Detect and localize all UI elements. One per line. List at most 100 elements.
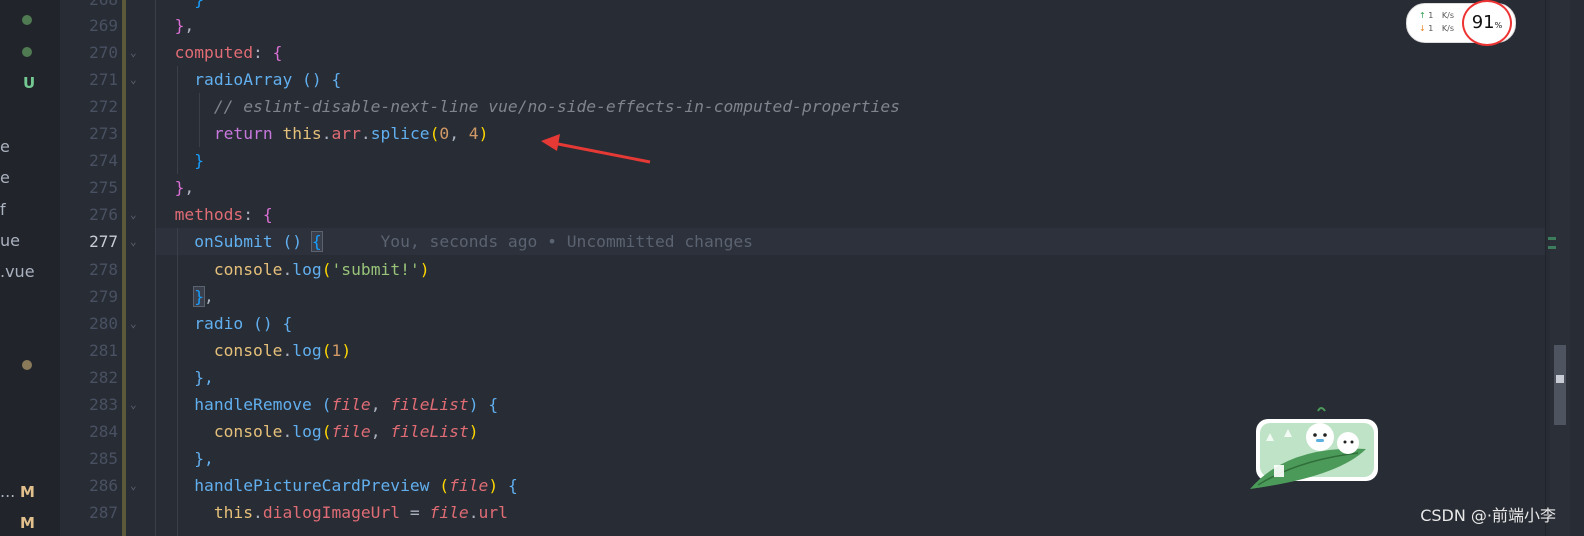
token: 'submit!'	[331, 260, 420, 279]
scrollbar-thumb[interactable]	[1554, 345, 1566, 425]
token: :	[243, 205, 263, 224]
line-number: 282	[89, 368, 118, 387]
scrollbar-track	[1550, 0, 1570, 536]
code-line: },	[155, 174, 195, 201]
fold-chevron-icon[interactable]: ⌄	[130, 472, 140, 499]
token: fileList	[390, 395, 469, 414]
token: radioArray	[194, 70, 293, 89]
matched-bracket: {	[310, 231, 323, 252]
sticker-image	[1250, 407, 1378, 489]
token: (	[321, 422, 332, 441]
token: (	[321, 260, 332, 279]
token: log	[292, 260, 322, 279]
token: console	[213, 260, 283, 279]
token: ,	[184, 178, 195, 197]
code-line: computed: {	[155, 39, 283, 66]
line-number: 275	[89, 178, 118, 197]
code-line: console.log(1)	[155, 337, 351, 364]
line-number: 283	[89, 395, 118, 414]
token: file	[331, 422, 371, 441]
token: },	[194, 368, 214, 387]
code-line: },	[155, 283, 214, 310]
token: this	[213, 503, 254, 522]
token: .	[282, 422, 293, 441]
fold-chevron-icon[interactable]: ⌄	[130, 66, 140, 93]
token: )	[468, 395, 479, 414]
token: (	[429, 124, 440, 143]
token: ()	[272, 232, 312, 251]
token: }	[194, 151, 205, 170]
line-number: 279	[89, 287, 118, 306]
fold-chevron-icon[interactable]: ⌄	[130, 310, 140, 337]
line-number: 273	[89, 124, 118, 143]
code-line: handleRemove (file, fileList) {	[155, 391, 498, 418]
fold-chevron-icon[interactable]: ⌄	[130, 228, 140, 255]
explorer-file-item[interactable]: ...	[0, 482, 15, 501]
explorer-file-item[interactable]: e	[0, 137, 10, 156]
token: file	[331, 395, 371, 414]
memory-usage-gauge[interactable]: 91%	[1462, 0, 1512, 46]
vertical-scrollbar[interactable]	[1545, 0, 1584, 536]
explorer-file-item[interactable]: .vue	[0, 262, 35, 281]
token: arr	[331, 124, 361, 143]
fold-chevron-icon[interactable]: ⌄	[130, 39, 140, 66]
code-line: console.log(file, fileList)	[155, 418, 479, 445]
git-change-indicator	[122, 0, 126, 536]
code-line: },	[155, 364, 214, 391]
token: onSubmit	[194, 232, 273, 251]
code-line: return this.arr.splice(0, 4)	[155, 120, 489, 147]
token: file	[429, 503, 469, 522]
arrow-down-icon: ↓	[1419, 24, 1426, 33]
code-line: },	[155, 445, 214, 472]
explorer-file-item[interactable]: e	[0, 168, 10, 187]
token: handleRemove	[194, 395, 312, 414]
comment: // eslint-disable-next-line vue/no-side-…	[213, 97, 900, 116]
explorer-file-item[interactable]: f	[0, 200, 6, 219]
untracked-badge: U	[23, 74, 36, 92]
token: )	[478, 124, 489, 143]
token: return	[213, 124, 273, 143]
token: handlePictureCardPreview	[194, 476, 430, 495]
token: }	[194, 0, 204, 9]
gauge-percent-sign: %	[1494, 21, 1503, 30]
token: .	[253, 503, 263, 522]
token: {	[478, 395, 499, 414]
line-number: 281	[89, 341, 118, 360]
token: )	[419, 260, 430, 279]
fold-chevron-icon[interactable]: ⌄	[130, 201, 140, 228]
line-number: 285	[89, 449, 118, 468]
token: (	[321, 395, 332, 414]
token: .	[360, 124, 371, 143]
download-value: 1	[1428, 24, 1434, 33]
upload-value: 1	[1428, 11, 1434, 20]
overview-ruler-mark	[1548, 246, 1556, 249]
code-line: },	[155, 12, 195, 39]
git-status-dot	[22, 15, 32, 25]
code-line: handlePictureCardPreview (file) {	[155, 472, 518, 499]
git-blame-annotation: You, seconds ago • Uncommitted changes	[380, 232, 753, 251]
token: methods	[174, 205, 244, 224]
token: console	[213, 341, 283, 360]
code-line: console.log('submit!')	[155, 256, 430, 283]
line-number: 286	[89, 476, 118, 495]
line-number-gutter: 268 269 270 271 272 273 274 275 276 277 …	[60, 0, 155, 536]
git-status-dot	[22, 47, 32, 57]
token: splice	[370, 124, 430, 143]
token: computed	[174, 43, 254, 62]
token: )	[341, 341, 352, 360]
line-number: 284	[89, 422, 118, 441]
token: }	[174, 178, 185, 197]
code-line: }	[155, 147, 204, 174]
code-line: this.dialogImageUrl = file.url	[155, 499, 508, 526]
modified-badge: M	[20, 514, 35, 532]
watermark-text: CSDN @·前端小李	[1420, 506, 1556, 525]
line-number: 269	[89, 16, 118, 35]
explorer-file-item[interactable]: ue	[0, 231, 20, 250]
token: () {	[292, 70, 342, 89]
token: this	[282, 124, 322, 143]
fold-chevron-icon[interactable]: ⌄	[130, 391, 140, 418]
code-line: radioArray () {	[155, 66, 341, 93]
code-line: // eslint-disable-next-line vue/no-side-…	[155, 93, 900, 120]
code-line: radio () {	[155, 310, 292, 337]
token: file	[449, 476, 489, 495]
